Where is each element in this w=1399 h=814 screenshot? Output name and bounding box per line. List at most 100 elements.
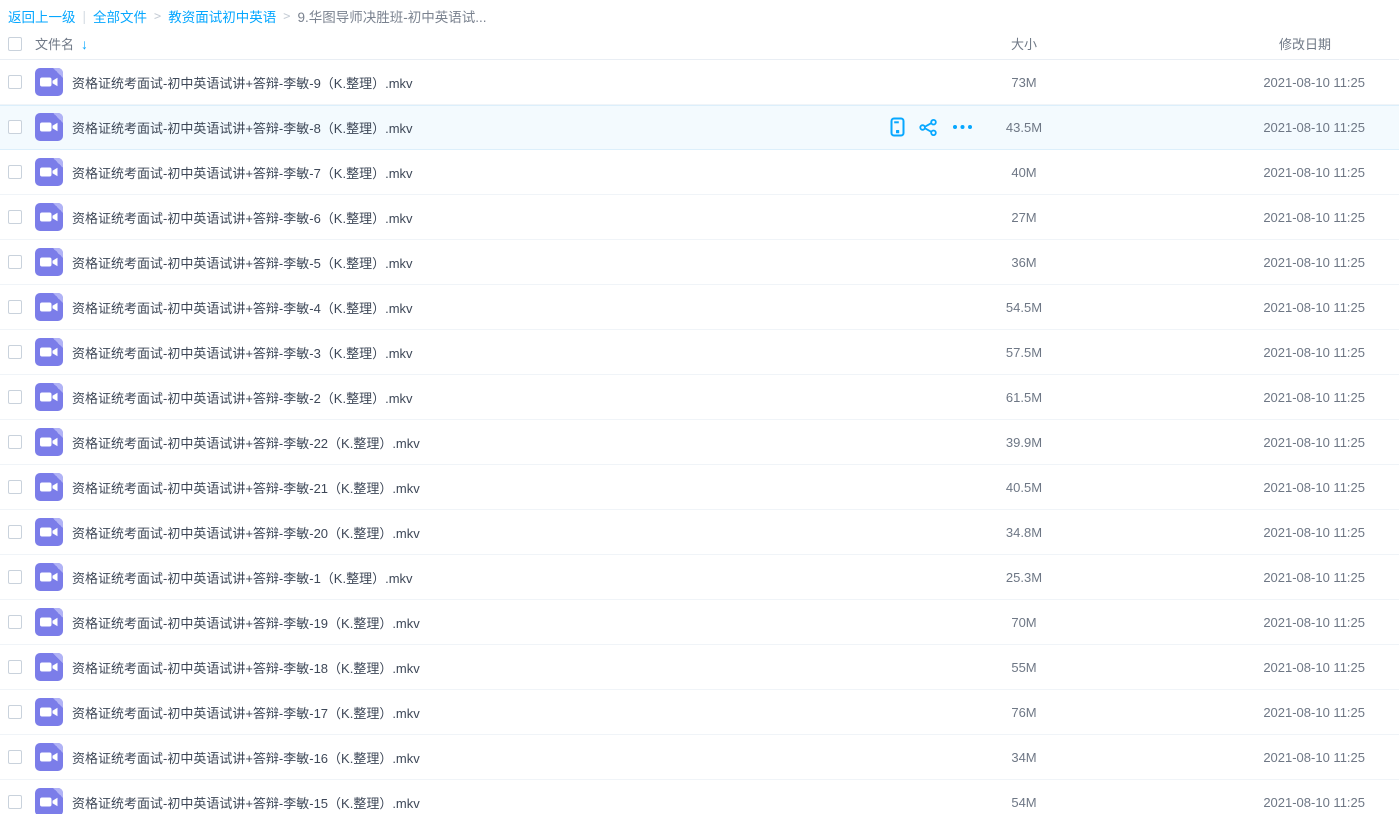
column-header-date: 修改日期 <box>1063 34 1399 53</box>
file-row[interactable]: 资格证统考面试-初中英语试讲+答辩-李敏-4（K.整理）.mkv <box>0 285 1399 330</box>
row-checkbox[interactable] <box>8 570 22 584</box>
file-row[interactable]: 资格证统考面试-初中英语试讲+答辩-李敏-5（K.整理）.mkv <box>0 240 1399 285</box>
video-file-icon <box>35 203 63 231</box>
video-file-icon <box>35 743 63 771</box>
row-checkbox[interactable] <box>8 480 22 494</box>
file-name[interactable]: 资格证统考面试-初中英语试讲+答辩-李敏-9（K.整理）.mkv <box>72 73 875 92</box>
breadcrumb-back-link[interactable]: 返回上一级 <box>8 6 76 26</box>
folded-corner <box>53 698 63 708</box>
breadcrumb-chevron-icon: > <box>154 9 161 23</box>
file-name[interactable]: 资格证统考面试-初中英语试讲+答辩-李敏-6（K.整理）.mkv <box>72 208 875 227</box>
file-row[interactable]: 资格证统考面试-初中英语试讲+答辩-李敏-7（K.整理）.mkv <box>0 150 1399 195</box>
file-row[interactable]: 资格证统考面试-初中英语试讲+答辩-李敏-19（K.整理）.mkv <box>0 600 1399 645</box>
file-date: 2021-08-10 11:25 <box>1063 165 1399 180</box>
file-row[interactable]: 资格证统考面试-初中英语试讲+答辩-李敏-17（K.整理）.mkv <box>0 690 1399 735</box>
file-row[interactable]: 资格证统考面试-初中英语试讲+答辩-李敏-16（K.整理）.mkv <box>0 735 1399 780</box>
breadcrumb-link-folder[interactable]: 教资面试初中英语 <box>168 6 276 26</box>
file-name[interactable]: 资格证统考面试-初中英语试讲+答辩-李敏-5（K.整理）.mkv <box>72 253 875 272</box>
row-checkbox[interactable] <box>8 165 22 179</box>
file-size: 76M <box>985 705 1063 720</box>
folded-corner <box>53 653 63 663</box>
table-header: 文件名 ↓ 大小 修改日期 <box>0 28 1399 60</box>
file-size: 54.5M <box>985 300 1063 315</box>
folded-corner <box>53 383 63 393</box>
file-name[interactable]: 资格证统考面试-初中英语试讲+答辩-李敏-21（K.整理）.mkv <box>72 478 875 497</box>
file-name[interactable]: 资格证统考面试-初中英语试讲+答辩-李敏-1（K.整理）.mkv <box>72 568 875 587</box>
file-name[interactable]: 资格证统考面试-初中英语试讲+答辩-李敏-19（K.整理）.mkv <box>72 613 875 632</box>
row-checkbox[interactable] <box>8 210 22 224</box>
file-row[interactable]: 资格证统考面试-初中英语试讲+答辩-李敏-20（K.整理）.mkv <box>0 510 1399 555</box>
file-name[interactable]: 资格证统考面试-初中英语试讲+答辩-李敏-18（K.整理）.mkv <box>72 658 875 677</box>
file-size: 25.3M <box>985 570 1063 585</box>
file-row[interactable]: 资格证统考面试-初中英语试讲+答辩-李敏-15（K.整理）.mkv <box>0 780 1399 814</box>
file-date: 2021-08-10 11:25 <box>1063 750 1399 765</box>
folded-corner <box>53 788 63 798</box>
file-list: 资格证统考面试-初中英语试讲+答辩-李敏-9（K.整理）.mkv <box>0 60 1399 814</box>
file-row[interactable]: 资格证统考面试-初中英语试讲+答辩-李敏-3（K.整理）.mkv <box>0 330 1399 375</box>
file-date: 2021-08-10 11:25 <box>1063 300 1399 315</box>
file-name[interactable]: 资格证统考面试-初中英语试讲+答辩-李敏-7（K.整理）.mkv <box>72 163 875 182</box>
folded-corner <box>53 608 63 618</box>
file-size: 70M <box>985 615 1063 630</box>
file-row[interactable]: 资格证统考面试-初中英语试讲+答辩-李敏-6（K.整理）.mkv <box>0 195 1399 240</box>
file-name[interactable]: 资格证统考面试-初中英语试讲+答辩-李敏-22（K.整理）.mkv <box>72 433 875 452</box>
file-size: 54M <box>985 795 1063 810</box>
file-row[interactable]: 资格证统考面试-初中英语试讲+答辩-李敏-18（K.整理）.mkv <box>0 645 1399 690</box>
select-all-checkbox[interactable] <box>8 37 22 51</box>
row-checkbox[interactable] <box>8 75 22 89</box>
row-checkbox[interactable] <box>8 525 22 539</box>
file-size: 39.9M <box>985 435 1063 450</box>
column-header-name-label[interactable]: 文件名 <box>35 34 74 53</box>
video-file-icon <box>35 68 63 96</box>
save-to-phone-button[interactable] <box>890 117 905 137</box>
file-date: 2021-08-10 11:25 <box>1063 345 1399 360</box>
row-checkbox[interactable] <box>8 120 22 134</box>
row-checkbox[interactable] <box>8 615 22 629</box>
file-date: 2021-08-10 11:25 <box>1063 390 1399 405</box>
column-header-size: 大小 <box>985 34 1063 53</box>
row-checkbox[interactable] <box>8 705 22 719</box>
breadcrumb: 返回上一级 | 全部文件 > 教资面试初中英语 > 9.华图导师决胜班-初中英语… <box>0 0 1399 28</box>
file-row[interactable]: 资格证统考面试-初中英语试讲+答辩-李敏-9（K.整理）.mkv <box>0 60 1399 105</box>
file-name[interactable]: 资格证统考面试-初中英语试讲+答辩-李敏-16（K.整理）.mkv <box>72 748 875 767</box>
file-size: 40M <box>985 165 1063 180</box>
folded-corner <box>53 203 63 213</box>
file-name[interactable]: 资格证统考面试-初中英语试讲+答辩-李敏-15（K.整理）.mkv <box>72 793 875 812</box>
row-checkbox[interactable] <box>8 255 22 269</box>
folded-corner <box>53 518 63 528</box>
more-actions-button[interactable] <box>952 124 973 130</box>
file-date: 2021-08-10 11:25 <box>1063 120 1399 135</box>
file-row[interactable]: 资格证统考面试-初中英语试讲+答辩-李敏-2（K.整理）.mkv <box>0 375 1399 420</box>
breadcrumb-link-all-files[interactable]: 全部文件 <box>93 6 147 26</box>
video-file-icon <box>35 608 63 636</box>
file-name[interactable]: 资格证统考面试-初中英语试讲+答辩-李敏-2（K.整理）.mkv <box>72 388 875 407</box>
phone-icon <box>890 117 905 137</box>
row-checkbox[interactable] <box>8 390 22 404</box>
folded-corner <box>53 293 63 303</box>
file-date: 2021-08-10 11:25 <box>1063 435 1399 450</box>
file-size: 34M <box>985 750 1063 765</box>
file-name[interactable]: 资格证统考面试-初中英语试讲+答辩-李敏-20（K.整理）.mkv <box>72 523 875 542</box>
file-name[interactable]: 资格证统考面试-初中英语试讲+答辩-李敏-4（K.整理）.mkv <box>72 298 875 317</box>
file-name[interactable]: 资格证统考面试-初中英语试讲+答辩-李敏-3（K.整理）.mkv <box>72 343 875 362</box>
row-checkbox[interactable] <box>8 750 22 764</box>
file-name[interactable]: 资格证统考面试-初中英语试讲+答辩-李敏-17（K.整理）.mkv <box>72 703 875 722</box>
row-checkbox[interactable] <box>8 660 22 674</box>
file-date: 2021-08-10 11:25 <box>1063 525 1399 540</box>
file-row[interactable]: 资格证统考面试-初中英语试讲+答辩-李敏-21（K.整理）.mkv <box>0 465 1399 510</box>
sort-desc-arrow-icon[interactable]: ↓ <box>81 37 88 51</box>
file-date: 2021-08-10 11:25 <box>1063 210 1399 225</box>
breadcrumb-current: 9.华图导师决胜班-初中英语试... <box>297 6 486 26</box>
file-row[interactable]: 资格证统考面试-初中英语试讲+答辩-李敏-22（K.整理）.mkv <box>0 420 1399 465</box>
video-file-icon <box>35 518 63 546</box>
row-checkbox[interactable] <box>8 345 22 359</box>
file-row[interactable]: 资格证统考面试-初中英语试讲+答辩-李敏-8（K.整理）.mkv <box>0 105 1399 150</box>
row-checkbox[interactable] <box>8 435 22 449</box>
row-checkbox[interactable] <box>8 795 22 809</box>
row-checkbox[interactable] <box>8 300 22 314</box>
video-file-icon <box>35 428 63 456</box>
breadcrumb-chevron-icon: > <box>283 9 290 23</box>
file-name[interactable]: 资格证统考面试-初中英语试讲+答辩-李敏-8（K.整理）.mkv <box>72 118 875 137</box>
file-row[interactable]: 资格证统考面试-初中英语试讲+答辩-李敏-1（K.整理）.mkv <box>0 555 1399 600</box>
share-button[interactable] <box>919 119 938 136</box>
